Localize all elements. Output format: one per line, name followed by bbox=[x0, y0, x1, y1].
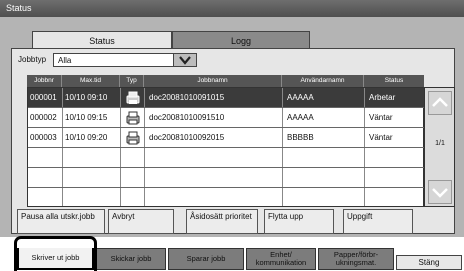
tab-sending-jobs[interactable]: Skickar jobb bbox=[96, 248, 166, 270]
cell-maxtid: 10/10 09:20 bbox=[63, 128, 121, 147]
cell-jobbnr: 000002 bbox=[28, 108, 63, 127]
cell-jobbnamn: doc20081010092015 bbox=[145, 128, 283, 147]
empty-row bbox=[28, 168, 425, 188]
column-header-maxtid: Max.tid bbox=[62, 75, 120, 87]
cell-maxtid: 10/10 09:15 bbox=[63, 108, 121, 127]
empty-row bbox=[28, 148, 425, 168]
cell-status: Arbetar bbox=[369, 93, 396, 102]
column-header-jobbnamn: Jobbnamn bbox=[144, 75, 282, 87]
empty-row bbox=[28, 188, 425, 208]
window-title: Status bbox=[0, 0, 464, 17]
cell-anvandarnamn: BBBBB bbox=[283, 128, 365, 147]
cell-anvandarnamn: AAAAA bbox=[283, 88, 365, 107]
scroll-down-button[interactable] bbox=[428, 180, 452, 204]
cell-anvandarnamn: AAAAA bbox=[283, 108, 365, 127]
table-row[interactable]: 000002 10/10 09:15 doc20081010091510 AAA… bbox=[28, 108, 425, 128]
scrollbar[interactable]: 1/1 bbox=[424, 87, 455, 207]
tab-logg[interactable]: Logg bbox=[172, 31, 310, 49]
cell-jobbnr: 000001 bbox=[28, 88, 63, 107]
job-table: 000001 10/10 09:10 doc20081010091015 AAA… bbox=[27, 87, 425, 208]
table-header: Jobbnr Max.tid Typ Jobbnamn Användarnamn… bbox=[27, 75, 424, 87]
cancel-button[interactable]: Avbryt bbox=[108, 209, 174, 234]
chevron-down-icon bbox=[179, 56, 191, 65]
pause-all-button[interactable]: Pausa alla utskr.jobb bbox=[17, 209, 105, 234]
tab-device-communication[interactable]: Enhet/ kommunikation bbox=[246, 248, 316, 270]
cell-status: Väntar bbox=[369, 113, 393, 122]
tab-storing-jobs[interactable]: Sparar jobb bbox=[168, 248, 244, 270]
scroll-up-button[interactable] bbox=[428, 91, 452, 115]
chevron-down-icon bbox=[432, 188, 448, 198]
cell-jobbnamn: doc20081010091510 bbox=[145, 108, 283, 127]
tab-paper-supplies[interactable]: Papper/förbr- ukningsmat. bbox=[318, 248, 394, 270]
cell-jobbnamn: doc20081010091015 bbox=[145, 88, 283, 107]
print-job-icon bbox=[121, 108, 145, 127]
dropdown-button[interactable] bbox=[173, 53, 197, 67]
details-button[interactable]: Uppgift bbox=[343, 209, 413, 234]
print-job-icon bbox=[121, 88, 145, 107]
table-row[interactable]: 000001 10/10 09:10 doc20081010091015 AAA… bbox=[28, 88, 425, 108]
cell-jobbnr: 000003 bbox=[28, 128, 63, 147]
page-indicator: 1/1 bbox=[435, 140, 445, 147]
table-row[interactable]: 000003 10/10 09:20 doc20081010092015 BBB… bbox=[28, 128, 425, 148]
column-header-typ: Typ bbox=[120, 75, 144, 87]
move-up-button[interactable]: Flytta upp bbox=[264, 209, 334, 234]
tab-status[interactable]: Status bbox=[32, 31, 172, 49]
column-header-anvandarnamn: Användarnamn bbox=[282, 75, 364, 87]
close-button[interactable]: Stäng bbox=[396, 255, 462, 270]
override-priority-button[interactable]: Åsidosätt prioritet bbox=[186, 209, 258, 234]
chevron-up-icon bbox=[432, 97, 448, 107]
focus-highlight bbox=[14, 236, 97, 271]
cell-status: Väntar bbox=[369, 133, 393, 142]
cell-maxtid: 10/10 09:10 bbox=[63, 88, 121, 107]
jobbtyp-label: Jobbtyp bbox=[18, 55, 47, 64]
column-header-status: Status bbox=[384, 77, 404, 84]
print-job-icon bbox=[121, 128, 145, 147]
column-header-jobbnr: Jobbnr bbox=[27, 75, 62, 87]
